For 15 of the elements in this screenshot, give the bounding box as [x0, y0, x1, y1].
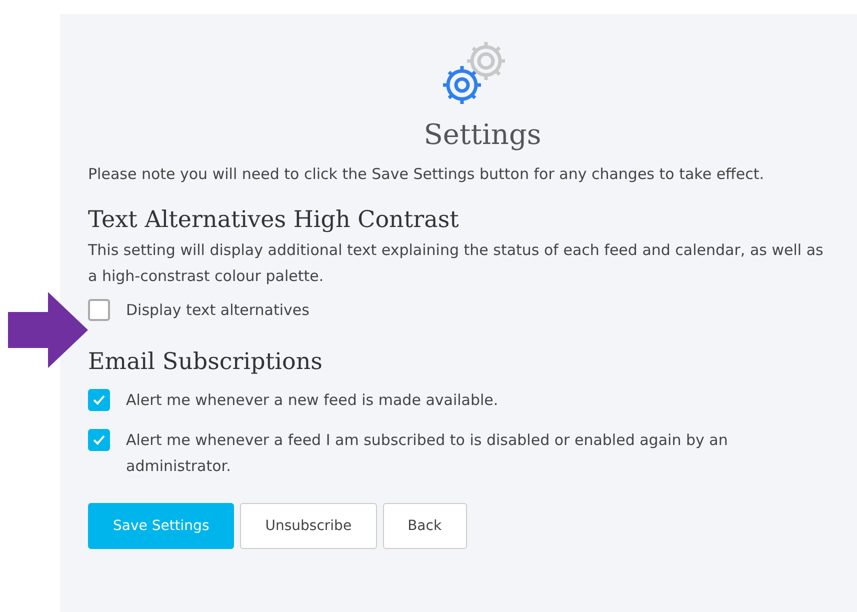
section-description: This setting will display additional text explaining the status of each feed and calendar, as well as a high-constrast colour palette.	[88, 240, 824, 287]
section-heading: Text Alternatives High Contrast	[88, 207, 459, 233]
check-icon	[92, 434, 106, 446]
check-icon	[92, 394, 106, 406]
secondary-button[interactable]: Back	[382, 503, 467, 549]
note-text: Please note you will need to click the Save Settings button for any changes to take effect.	[88, 164, 764, 185]
checkbox-label: Alert me whenever a feed I am subscribed to is disabled or enabled again by an administrator.	[126, 430, 729, 477]
checkbox-label: Display text alternatives	[126, 300, 310, 321]
checkbox[interactable]	[88, 389, 110, 411]
section-heading: Email Subscriptions	[88, 349, 322, 375]
checkbox-label: Alert me whenever a new feed is made available.	[126, 390, 498, 411]
checkbox[interactable]	[88, 429, 110, 451]
secondary-button[interactable]: Unsubscribe	[240, 503, 377, 549]
checkbox[interactable]	[88, 299, 110, 321]
page-title: Settings	[424, 118, 542, 151]
